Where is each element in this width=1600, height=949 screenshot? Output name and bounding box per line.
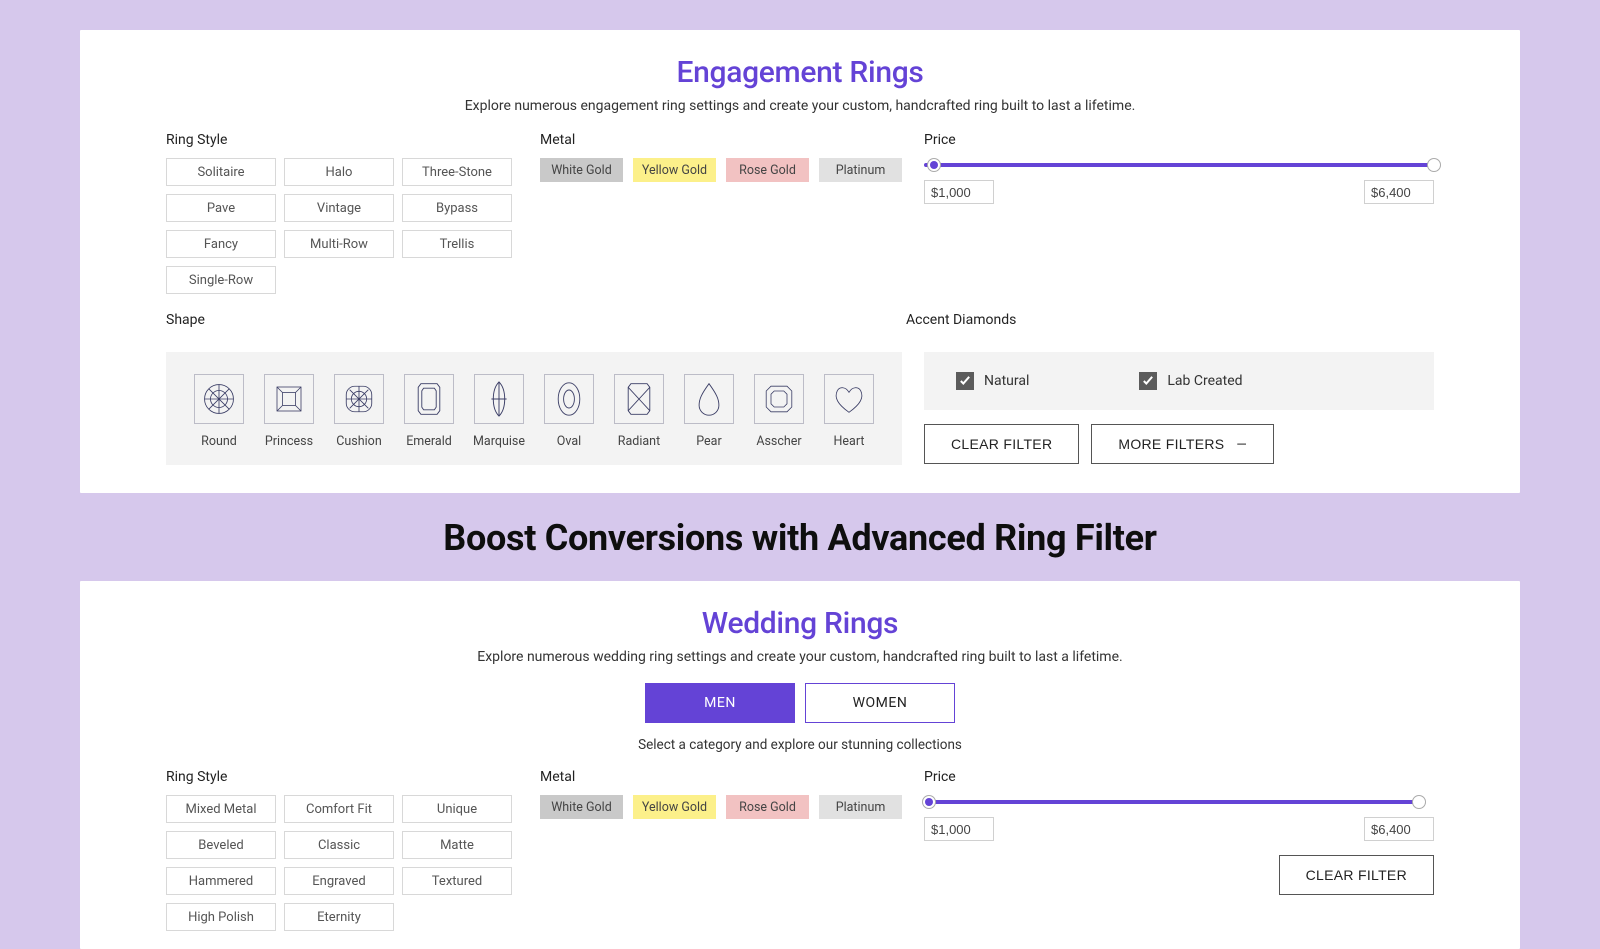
round-icon xyxy=(194,374,244,424)
shape-marquise[interactable]: Marquise xyxy=(474,374,524,449)
chip-mixed-metal[interactable]: Mixed Metal xyxy=(166,795,276,823)
wedding-panel: Wedding Rings Explore numerous wedding r… xyxy=(80,581,1520,949)
metal-yellow-gold[interactable]: Yellow Gold xyxy=(633,158,716,182)
chip-three-stone[interactable]: Three-Stone xyxy=(402,158,512,186)
metal-rose-gold[interactable]: Rose Gold xyxy=(726,158,809,182)
shape-round[interactable]: Round xyxy=(194,374,244,449)
price-slider[interactable] xyxy=(924,158,1434,172)
heart-icon xyxy=(824,374,874,424)
price-max-input[interactable] xyxy=(1364,180,1434,204)
price-label: Price xyxy=(924,132,1434,148)
more-filters-button[interactable]: MORE FILTERS − xyxy=(1091,424,1274,464)
shape-heart[interactable]: Heart xyxy=(824,374,874,449)
price-slider[interactable] xyxy=(924,795,1434,809)
slider-handle-min[interactable] xyxy=(922,795,936,809)
princess-icon xyxy=(264,374,314,424)
metal-yellow-gold[interactable]: Yellow Gold xyxy=(633,795,716,819)
chip-engraved[interactable]: Engraved xyxy=(284,867,394,895)
shape-strip: Round Princess Cushion Emerald Marquise … xyxy=(166,352,902,465)
chip-beveled[interactable]: Beveled xyxy=(166,831,276,859)
chip-hammered[interactable]: Hammered xyxy=(166,867,276,895)
minus-icon: − xyxy=(1236,435,1247,453)
slider-handle-min[interactable] xyxy=(927,158,941,172)
check-icon xyxy=(956,372,974,390)
metal-label: Metal xyxy=(540,132,902,148)
shape-emerald[interactable]: Emerald xyxy=(404,374,454,449)
shape-asscher[interactable]: Asscher xyxy=(754,374,804,449)
chip-unique[interactable]: Unique xyxy=(402,795,512,823)
engagement-panel: Engagement Rings Explore numerous engage… xyxy=(80,30,1520,493)
tab-men[interactable]: MEN xyxy=(645,683,795,723)
accent-label: Accent Diamonds xyxy=(906,312,1434,328)
wedding-title: Wedding Rings xyxy=(166,606,1434,641)
slider-handle-max[interactable] xyxy=(1427,158,1441,172)
marquise-icon xyxy=(474,374,524,424)
metal-white-gold[interactable]: White Gold xyxy=(540,158,623,182)
ring-style-label: Ring Style xyxy=(166,132,518,148)
metal-platinum[interactable]: Platinum xyxy=(819,795,902,819)
chip-high-polish[interactable]: High Polish xyxy=(166,903,276,931)
metal-label: Metal xyxy=(540,769,902,785)
tab-women[interactable]: WOMEN xyxy=(805,683,955,723)
chip-classic[interactable]: Classic xyxy=(284,831,394,859)
chip-fancy[interactable]: Fancy xyxy=(166,230,276,258)
chip-textured[interactable]: Textured xyxy=(402,867,512,895)
checkbox-lab-created[interactable]: Lab Created xyxy=(1139,370,1242,392)
chip-pave[interactable]: Pave xyxy=(166,194,276,222)
clear-filter-button[interactable]: CLEAR FILTER xyxy=(1279,855,1434,895)
chip-bypass[interactable]: Bypass xyxy=(402,194,512,222)
metal-platinum[interactable]: Platinum xyxy=(819,158,902,182)
check-icon xyxy=(1139,372,1157,390)
price-min-input[interactable] xyxy=(924,817,994,841)
shape-label: Shape xyxy=(166,312,884,328)
pear-icon xyxy=(684,374,734,424)
chip-trellis[interactable]: Trellis xyxy=(402,230,512,258)
shape-cushion[interactable]: Cushion xyxy=(334,374,384,449)
metal-white-gold[interactable]: White Gold xyxy=(540,795,623,819)
cushion-icon xyxy=(334,374,384,424)
clear-filter-button[interactable]: CLEAR FILTER xyxy=(924,424,1079,464)
marketing-headline: Boost Conversions with Advanced Ring Fil… xyxy=(80,517,1520,559)
oval-icon xyxy=(544,374,594,424)
wedding-subtitle: Explore numerous wedding ring settings a… xyxy=(166,649,1434,665)
shape-pear[interactable]: Pear xyxy=(684,374,734,449)
chip-solitaire[interactable]: Solitaire xyxy=(166,158,276,186)
chip-matte[interactable]: Matte xyxy=(402,831,512,859)
ring-style-chips: Solitaire Halo Three-Stone Pave Vintage … xyxy=(166,158,518,294)
emerald-icon xyxy=(404,374,454,424)
chip-eternity[interactable]: Eternity xyxy=(284,903,394,931)
chip-single-row[interactable]: Single-Row xyxy=(166,266,276,294)
price-label: Price xyxy=(924,769,1434,785)
category-hint: Select a category and explore our stunni… xyxy=(166,737,1434,753)
metal-rose-gold[interactable]: Rose Gold xyxy=(726,795,809,819)
price-max-input[interactable] xyxy=(1364,817,1434,841)
asscher-icon xyxy=(754,374,804,424)
price-min-input[interactable] xyxy=(924,180,994,204)
slider-handle-max[interactable] xyxy=(1412,795,1426,809)
ring-style-label: Ring Style xyxy=(166,769,518,785)
checkbox-natural[interactable]: Natural xyxy=(956,370,1029,392)
shape-radiant[interactable]: Radiant xyxy=(614,374,664,449)
chip-halo[interactable]: Halo xyxy=(284,158,394,186)
engagement-subtitle: Explore numerous engagement ring setting… xyxy=(166,98,1434,114)
shape-oval[interactable]: Oval xyxy=(544,374,594,449)
radiant-icon xyxy=(614,374,664,424)
chip-multi-row[interactable]: Multi-Row xyxy=(284,230,394,258)
chip-vintage[interactable]: Vintage xyxy=(284,194,394,222)
chip-comfort-fit[interactable]: Comfort Fit xyxy=(284,795,394,823)
engagement-title: Engagement Rings xyxy=(166,55,1434,90)
shape-princess[interactable]: Princess xyxy=(264,374,314,449)
accent-panel: Natural Lab Created xyxy=(924,352,1434,410)
